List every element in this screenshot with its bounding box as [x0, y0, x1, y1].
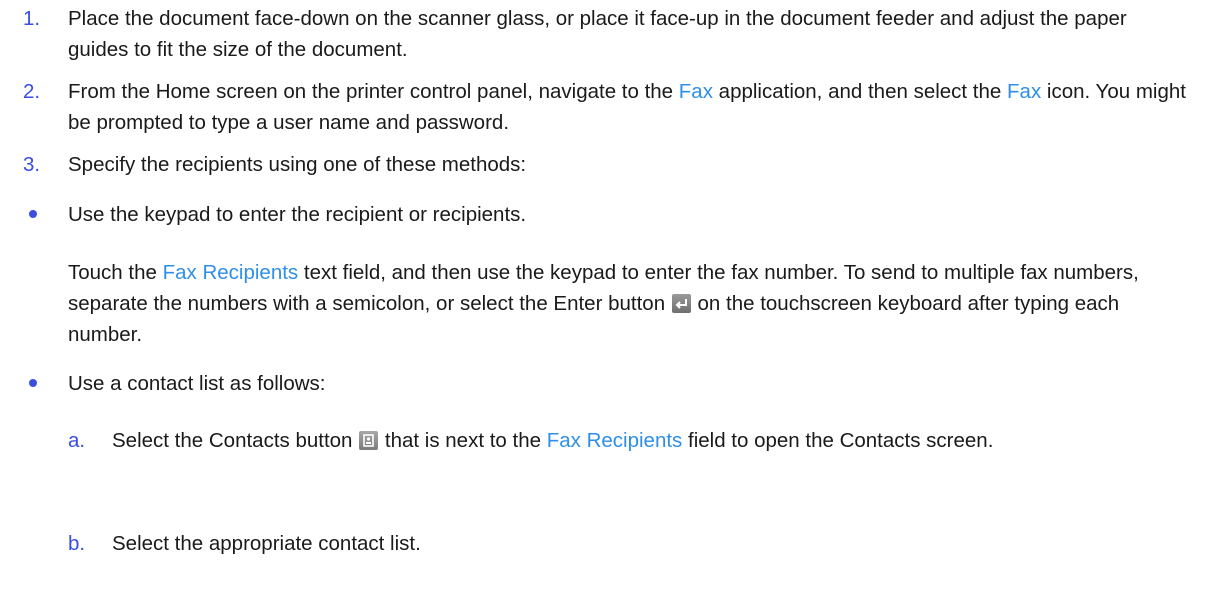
fax-app-term: Fax: [678, 80, 713, 103]
step-2-text-part: From the Home screen on the printer cont…: [68, 80, 679, 103]
bullet-icon: [29, 210, 37, 218]
method-keypad-detail: Touch the Fax Recipients text field, and…: [68, 257, 1178, 350]
fax-recipients-term: Fax Recipients: [546, 429, 683, 452]
step-2-text: From the Home screen on the printer cont…: [68, 76, 1208, 138]
substep-b-text: Select the appropriate contact list.: [112, 532, 421, 555]
detail-text-part: Touch the: [68, 261, 163, 284]
enter-icon: [671, 294, 691, 313]
bullet-icon: [29, 379, 37, 387]
method-keypad-text: Use the keypad to enter the recipient or…: [68, 203, 527, 226]
substep-letter-a: a.: [68, 429, 86, 452]
step-1-text: Place the document face-down on the scan…: [68, 7, 1127, 61]
step-3-text: Specify the recipients using one of thes…: [68, 153, 527, 176]
fax-recipients-term: Fax Recipients: [162, 261, 299, 284]
substep-a-text-part: that is next to the: [384, 429, 547, 452]
contacts-icon: [359, 431, 379, 450]
substep-letter-b: b.: [68, 532, 86, 555]
method-contacts-text: Use a contact list as follows:: [68, 372, 326, 395]
substep-a-text-part: Select the Contacts button: [112, 429, 353, 452]
substep-a-text-part: field to open the Contacts screen.: [682, 429, 994, 452]
step-number-2: 2.: [23, 80, 41, 103]
step-2-text-part: application, and then select the: [712, 80, 1008, 103]
step-number-3: 3.: [23, 153, 41, 176]
fax-icon-term: Fax: [1007, 80, 1042, 103]
substep-a-text: Select the Contacts button that is next …: [112, 425, 1112, 456]
step-number-1: 1.: [23, 7, 41, 30]
